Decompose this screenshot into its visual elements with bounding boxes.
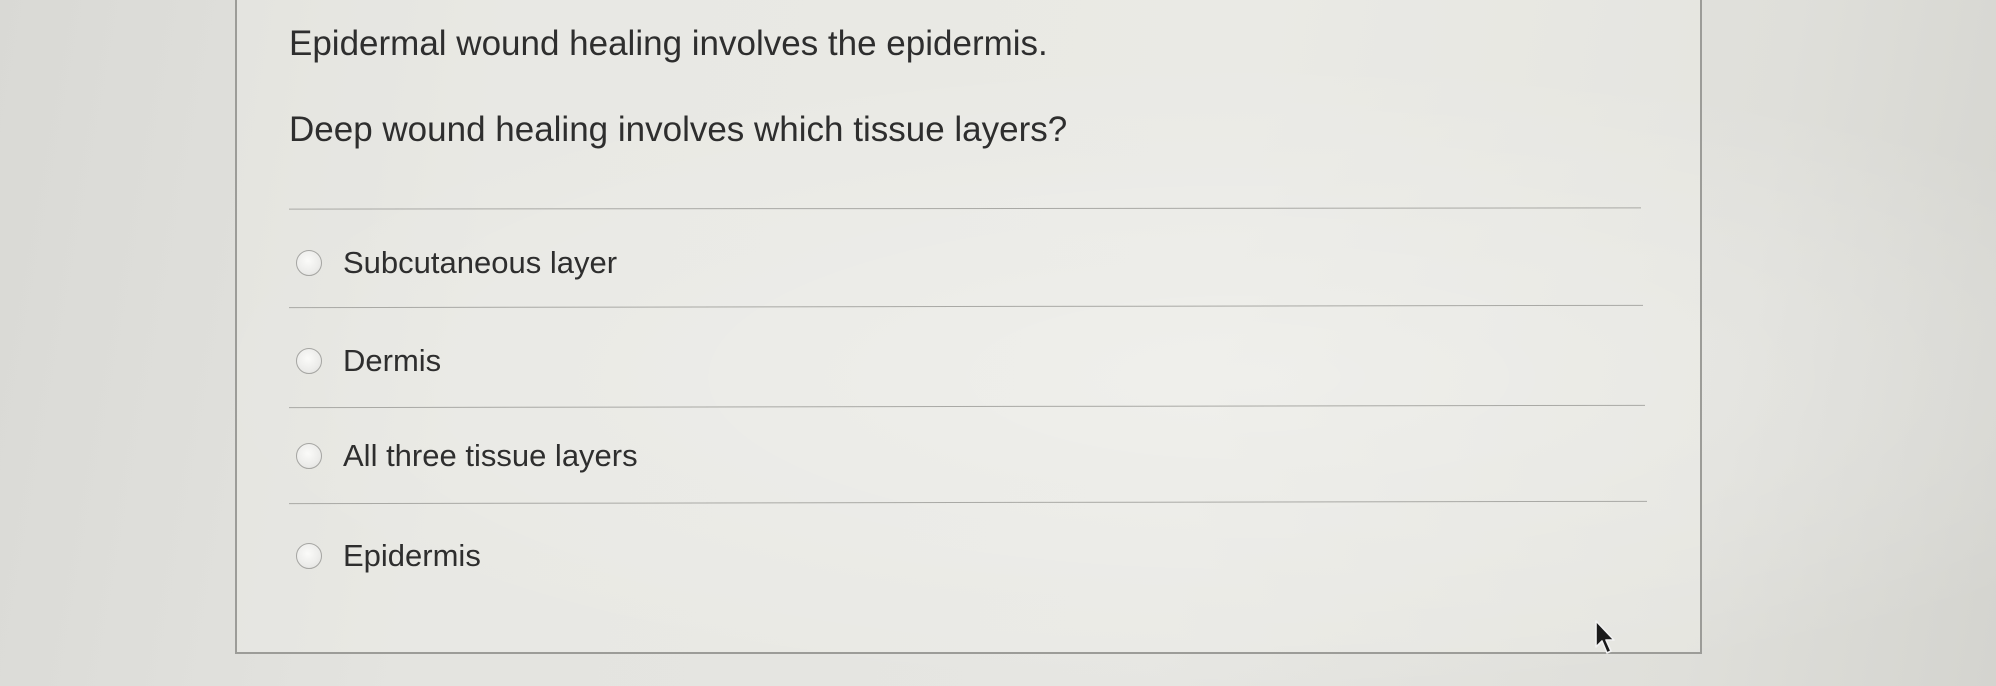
choice-label: Epidermis [343, 538, 481, 573]
choice-dermis[interactable]: Dermis [296, 338, 441, 384]
radio-button-icon[interactable] [296, 543, 322, 569]
choice-label: Subcutaneous layer [343, 245, 618, 280]
question-prompt: Deep wound healing involves which tissue… [289, 110, 1068, 149]
question-statement: Epidermal wound healing involves the epi… [289, 24, 1048, 63]
choice-epidermis[interactable]: Epidermis [296, 533, 481, 579]
radio-button-icon[interactable] [296, 250, 322, 276]
choice-subcutaneous-layer[interactable]: Subcutaneous layer [296, 240, 617, 286]
radio-button-icon[interactable] [296, 443, 322, 469]
mouse-pointer-icon [1595, 620, 1615, 654]
choice-all-three-tissue-layers[interactable]: All three tissue layers [296, 433, 638, 479]
choice-label: All three tissue layers [343, 438, 638, 473]
choice-label: Dermis [343, 343, 442, 378]
radio-button-icon[interactable] [296, 348, 322, 374]
